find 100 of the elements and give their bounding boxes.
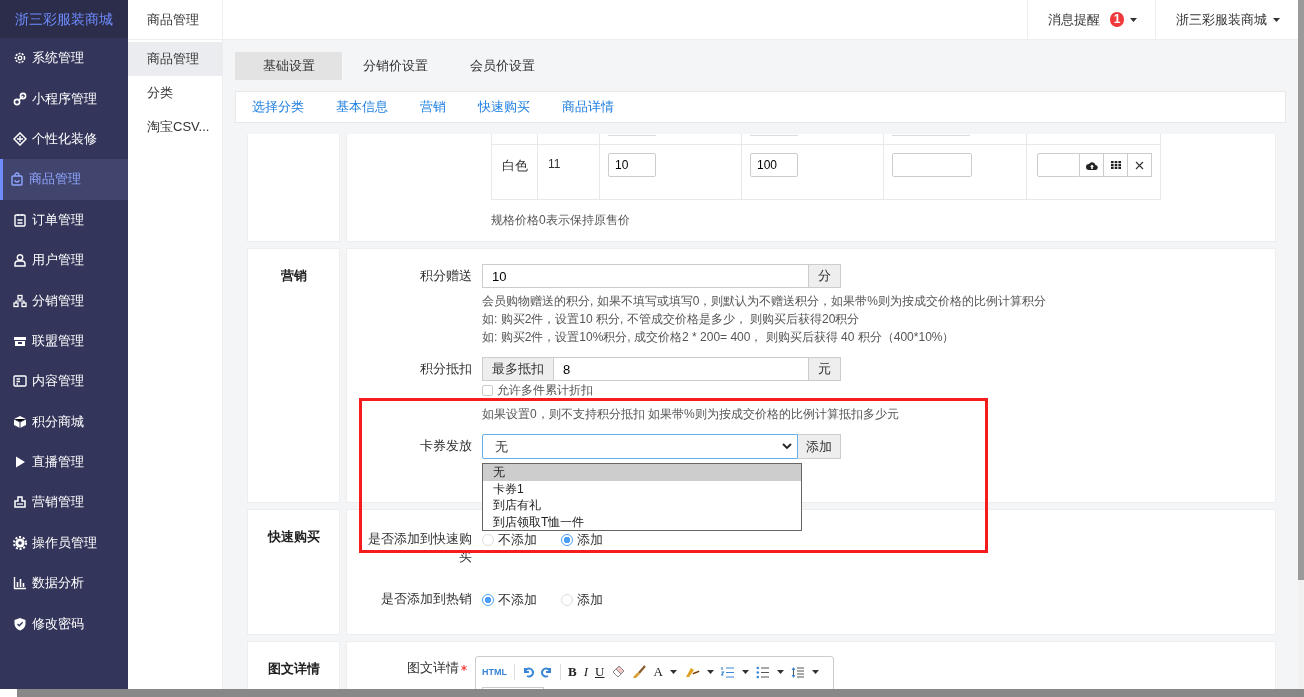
sidebar-item[interactable]: 用户管理 (0, 239, 128, 281)
tab[interactable]: 分销价设置 (342, 52, 449, 80)
dropdown-option[interactable]: 无 (483, 464, 801, 481)
radio-label: 不添加 (498, 591, 537, 609)
underline-button[interactable]: U (595, 664, 605, 680)
radio-label: 不添加 (498, 531, 537, 549)
line-height-icon[interactable] (790, 665, 805, 679)
sidebar-item[interactable]: 个性化装修 (0, 118, 128, 160)
scrollbar[interactable] (17, 689, 1304, 697)
input-field[interactable]: 10 (608, 153, 656, 177)
gear-icon (13, 51, 27, 66)
brand-title: 浙三彩服装商城 (0, 0, 128, 38)
anchor-link[interactable]: 商品详情 (562, 98, 614, 116)
dropdown-option[interactable]: 到店有礼 (483, 497, 801, 514)
caret-icon (776, 670, 784, 674)
anchor-link[interactable]: 选择分类 (252, 98, 304, 116)
dropdown-option[interactable]: 卡券1 (483, 480, 801, 497)
cloud-upload-icon (1085, 160, 1098, 170)
dropdown-option[interactable]: 到店领取T恤一件 (483, 513, 801, 530)
sidebar-item[interactable]: 小程序管理 (0, 78, 128, 119)
caret-icon (706, 670, 714, 674)
bag-icon (10, 172, 24, 187)
network-icon (13, 293, 27, 308)
chevron-down-icon (782, 443, 792, 450)
unit-addon: 元 (809, 357, 841, 381)
sidebar-item[interactable]: 系统管理 (0, 38, 128, 79)
section-title: 商品管理 (128, 0, 223, 39)
anchor-link[interactable]: 基本信息 (336, 98, 388, 116)
scrollbar[interactable] (1298, 0, 1304, 689)
field-label: 卡券发放 (419, 437, 473, 455)
help-text: 如: 购买2件，设置10 积分, 不管成交价格是多少， 则购买后获得20积分 (482, 311, 861, 328)
caret-icon (811, 670, 819, 674)
section-title: 快速购买 (267, 529, 320, 544)
brush-icon[interactable] (632, 665, 647, 679)
italic-button[interactable]: I (583, 664, 588, 680)
gear-icon (13, 535, 27, 550)
radio-label: 添加 (577, 531, 603, 549)
input-field[interactable] (1037, 153, 1080, 177)
play-icon (13, 455, 27, 470)
input-field[interactable]: 10 (482, 264, 809, 288)
help-text: 规格价格0表示保持原售价 (491, 212, 631, 229)
bold-button[interactable]: B (568, 664, 577, 680)
input-field[interactable] (892, 153, 972, 177)
sidebar-item[interactable]: 联盟管理 (0, 320, 128, 362)
field-label: 图文详情 (407, 659, 460, 677)
field-label: 积分抵扣 (419, 360, 473, 378)
sidebar-item[interactable]: 分销管理 (0, 280, 128, 321)
link-icon (13, 91, 27, 106)
anchor-link[interactable]: 营销 (420, 98, 446, 116)
radio-button[interactable] (482, 594, 494, 606)
caret-icon (741, 670, 749, 674)
ordered-list-icon[interactable] (720, 665, 735, 679)
field-label: 是否添加到热销 (380, 590, 473, 608)
checkbox[interactable] (482, 384, 493, 396)
undo-icon[interactable] (522, 666, 534, 678)
checkbox-label: 允许多件累计折扣 (497, 381, 593, 399)
caret-icon (669, 670, 677, 674)
input-field[interactable]: 100 (750, 153, 798, 177)
unit-addon: 分 (809, 264, 841, 288)
close-icon (1135, 160, 1144, 170)
subnav-item[interactable]: 分类 (128, 76, 222, 110)
field-label: 积分赠送 (419, 267, 473, 285)
person-icon (13, 253, 27, 268)
font-color-button[interactable]: A (653, 664, 663, 680)
eraser-icon[interactable] (611, 665, 626, 679)
html-button[interactable]: HTML (482, 667, 507, 677)
subnav-item[interactable]: 淘宝CSV... (128, 110, 222, 144)
sidebar-item[interactable]: 订单管理 (0, 199, 128, 240)
sidebar-item[interactable]: 营销管理 (0, 482, 128, 523)
sidebar-item[interactable]: 商品管理 (0, 159, 128, 200)
input-field[interactable]: 8 (553, 357, 809, 381)
tab[interactable]: 会员价设置 (449, 52, 556, 80)
redo-icon[interactable] (541, 666, 553, 678)
sidebar-item[interactable]: 内容管理 (0, 361, 128, 402)
section-title: 营销 (280, 268, 307, 283)
upload-button[interactable] (1080, 153, 1104, 177)
grid-button[interactable] (1104, 153, 1128, 177)
table-cell-text: 11 (547, 156, 562, 171)
radio-button[interactable] (561, 534, 573, 546)
sidebar-item[interactable]: 数据分析 (0, 563, 128, 604)
tab[interactable]: 基础设置 (235, 52, 342, 80)
close-button[interactable] (1128, 153, 1152, 177)
shield-icon (13, 616, 27, 631)
section-title: 图文详情 (267, 661, 320, 676)
bullet-list-icon[interactable] (755, 665, 770, 679)
sidebar-item[interactable]: 直播管理 (0, 441, 128, 483)
sidebar-item[interactable]: 修改密码 (0, 603, 128, 644)
caret-icon (1273, 17, 1280, 22)
subnav-item[interactable]: 商品管理 (128, 42, 222, 76)
card-icon (13, 374, 27, 389)
anchor-link[interactable]: 快速购买 (478, 98, 530, 116)
add-button[interactable]: 添加 (798, 434, 841, 459)
help-text: 会员购物赠送的积分, 如果不填写或填写0，则默认为不赠送积分，如果带%则为按成交价格的比例计算积分 (482, 293, 1047, 310)
sidebar-item[interactable]: 积分商城 (0, 401, 128, 442)
highlighter-icon[interactable] (683, 666, 700, 678)
cube-icon (13, 414, 27, 429)
sidebar-item[interactable]: 操作员管理 (0, 522, 128, 564)
select-field[interactable]: 无 (482, 434, 798, 459)
help-text: 如: 购买2件，设置10%积分, 成交价格2 * 200= 400， 则购买后获得 40 积分（400*10%） (482, 329, 956, 346)
stamp-icon (13, 495, 27, 510)
